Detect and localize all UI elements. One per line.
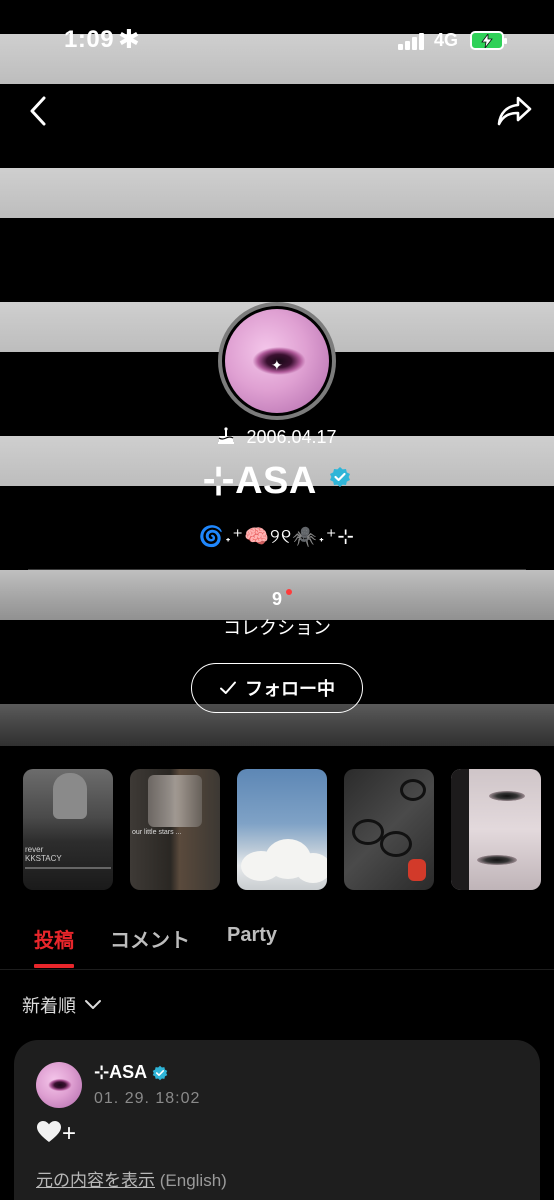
translation-row: 元の内容を表示 (English) xyxy=(36,1166,227,1191)
new-indicator-dot xyxy=(286,589,292,595)
post-author-name: ⊹ASA xyxy=(94,1062,148,1082)
post-timestamp: 01. 29. 18:02 xyxy=(94,1090,201,1107)
post-text: + xyxy=(62,1120,77,1147)
post-card[interactable]: ⊹ASA 01. 29. 18:02 + 元の内容を表示 (English) xyxy=(14,1040,540,1200)
post-author-row[interactable]: ⊹ASA xyxy=(94,1062,168,1083)
sort-label: 新着順 xyxy=(22,996,76,1016)
cake-icon xyxy=(218,427,235,444)
post-content: + xyxy=(36,1120,76,1148)
back-button[interactable] xyxy=(24,94,56,128)
tab-posts[interactable]: 投稿 xyxy=(34,924,74,953)
cellular-signal-icon xyxy=(398,32,428,50)
sort-dropdown[interactable]: 新着順 xyxy=(22,992,102,1018)
status-bar: 1:09 ✱ 4G xyxy=(0,0,554,84)
profile-bio: 🌀˖⁺🧠୨୧🕷️˖⁺⊹ xyxy=(198,526,356,548)
tab-comments[interactable]: コメント xyxy=(110,924,190,953)
verified-badge-icon xyxy=(330,467,351,487)
profile-name-row: ⊹ASA xyxy=(0,458,554,503)
chevron-left-icon xyxy=(30,96,46,126)
following-label: フォロー中 xyxy=(245,679,335,699)
tab-party[interactable]: Party xyxy=(227,924,277,947)
verified-badge-icon xyxy=(152,1065,168,1080)
thumbnail-caption: rever KKSTACY xyxy=(25,845,62,863)
birthday-date: 2006.04.17 xyxy=(246,427,337,447)
white-heart-icon xyxy=(37,1121,61,1142)
collection-label: コレクション xyxy=(223,618,331,638)
avatar-image: ✦ xyxy=(225,309,329,413)
share-button[interactable] xyxy=(496,94,534,128)
thumbnail-item[interactable] xyxy=(344,769,434,890)
divider xyxy=(28,569,526,570)
collection-count: 9 xyxy=(271,589,282,609)
original-language: (English) xyxy=(159,1171,227,1190)
show-original-link[interactable]: 元の内容を表示 xyxy=(36,1171,155,1190)
chevron-down-icon xyxy=(85,1000,101,1009)
status-time: 1:09 xyxy=(64,26,115,53)
following-button[interactable]: フォロー中 xyxy=(191,663,363,713)
post-author-avatar[interactable] xyxy=(36,1062,82,1108)
content-tabs: 投稿 コメント Party xyxy=(0,920,554,970)
battery-icon xyxy=(470,31,507,50)
collection-stat[interactable]: 9 コレクション xyxy=(0,589,554,640)
collection-count-wrap: 9 xyxy=(271,589,292,610)
share-arrow-icon xyxy=(497,96,532,126)
active-tab-indicator xyxy=(34,964,74,968)
thumbnail-item[interactable]: rever KKSTACY xyxy=(23,769,113,890)
header-fade xyxy=(0,546,554,746)
check-icon xyxy=(220,681,236,694)
profile-avatar[interactable]: ✦ xyxy=(218,302,336,420)
thumbnail-item[interactable] xyxy=(451,769,541,890)
status-indicator: ✱ xyxy=(118,24,140,54)
profile-name: ⊹ASA xyxy=(202,460,317,502)
thumbnail-caption: our little stars ... xyxy=(132,829,182,836)
collection-thumbnails: rever KKSTACY our little stars ... xyxy=(23,769,554,890)
birthday-row: 2006.04.17 xyxy=(0,427,554,448)
thumbnail-item[interactable] xyxy=(237,769,327,890)
network-type: 4G xyxy=(434,30,459,50)
thumbnail-item[interactable]: our little stars ... xyxy=(130,769,220,890)
sparkle-icon: ✦ xyxy=(271,357,283,373)
